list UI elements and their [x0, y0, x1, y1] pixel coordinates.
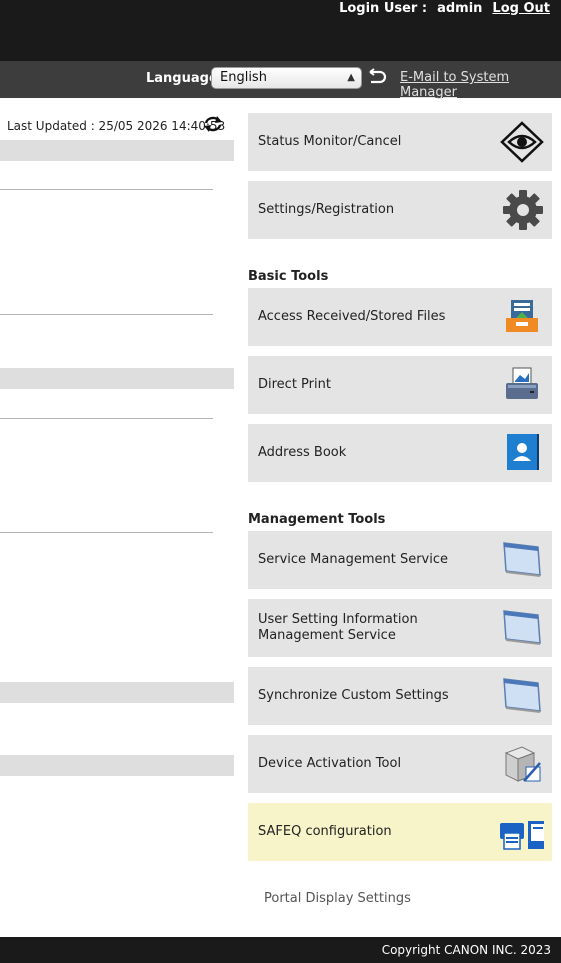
left-panel-bar — [0, 682, 234, 703]
email-system-manager-link[interactable]: E-Mail to System Manager — [400, 70, 561, 100]
tile-label: User Setting Information Management Serv… — [258, 612, 418, 643]
tile-label: Device Activation Tool — [258, 756, 402, 771]
printer-icon — [506, 367, 538, 399]
footer: Copyright CANON INC. 2023 — [0, 937, 561, 963]
device-activation-icon — [504, 746, 541, 782]
user-setting-information-management-service-tile[interactable]: User Setting Information Management Serv… — [248, 599, 552, 657]
return-icon[interactable] — [367, 68, 387, 86]
language-select[interactable]: English ▲ — [211, 67, 362, 89]
basic-tools-heading: Basic Tools — [248, 269, 329, 284]
select-arrows-icon: ▲ — [347, 72, 355, 83]
language-value: English — [220, 70, 267, 85]
address-book-tile[interactable]: Address Book — [248, 424, 552, 482]
tile-label: Status Monitor/Cancel — [258, 134, 402, 149]
tile-label: Synchronize Custom Settings — [258, 688, 449, 703]
status-monitor-cancel-tile[interactable]: Status Monitor/Cancel — [248, 113, 552, 171]
window-icon — [503, 542, 541, 577]
eye-icon — [500, 121, 544, 163]
window-icon — [503, 678, 541, 713]
copyright-text: Copyright CANON INC. 2023 — [381, 943, 551, 957]
last-updated-text: Last Updated : 25/05 2026 14:40:53 — [7, 119, 226, 133]
tile-label: SAFEQ configuration — [258, 824, 392, 839]
settings-registration-tile[interactable]: Settings/Registration — [248, 181, 552, 239]
direct-print-tile[interactable]: Direct Print — [248, 356, 552, 414]
login-user-label: Login User : — [339, 0, 428, 16]
device-activation-tool-tile[interactable]: Device Activation Tool — [248, 735, 552, 793]
divider — [0, 314, 213, 315]
login-info: Login User : admin Log Out — [339, 0, 550, 16]
tile-label: Address Book — [258, 445, 347, 460]
tile-label: Service Management Service — [258, 552, 448, 567]
refresh-icon[interactable] — [202, 115, 224, 133]
window-icon — [503, 610, 541, 645]
safeq-configuration-tile[interactable]: SAFEQ configuration — [248, 803, 552, 861]
service-management-service-tile[interactable]: Service Management Service — [248, 531, 552, 589]
left-panel-bar — [0, 368, 234, 389]
login-username: admin — [437, 0, 483, 16]
tile-label: Direct Print — [258, 377, 331, 392]
left-panel-bar — [0, 140, 234, 161]
management-tools-heading: Management Tools — [248, 512, 386, 527]
divider — [0, 418, 213, 419]
tile-label: Settings/Registration — [258, 202, 395, 217]
gear-icon — [503, 190, 543, 230]
top-bar: Login User : admin Log Out — [0, 0, 561, 61]
tile-label: Access Received/Stored Files — [258, 309, 446, 324]
divider — [0, 532, 213, 533]
left-panel-bar — [0, 755, 234, 776]
portal-display-settings-link[interactable]: Portal Display Settings — [264, 891, 411, 906]
logout-link[interactable]: Log Out — [492, 1, 550, 16]
divider — [0, 189, 213, 190]
safeq-icon — [500, 821, 544, 850]
address-book-icon — [507, 434, 539, 470]
access-received-stored-files-tile[interactable]: Access Received/Stored Files — [248, 288, 552, 346]
synchronize-custom-settings-tile[interactable]: Synchronize Custom Settings — [248, 667, 552, 725]
file-box-icon — [506, 300, 538, 332]
